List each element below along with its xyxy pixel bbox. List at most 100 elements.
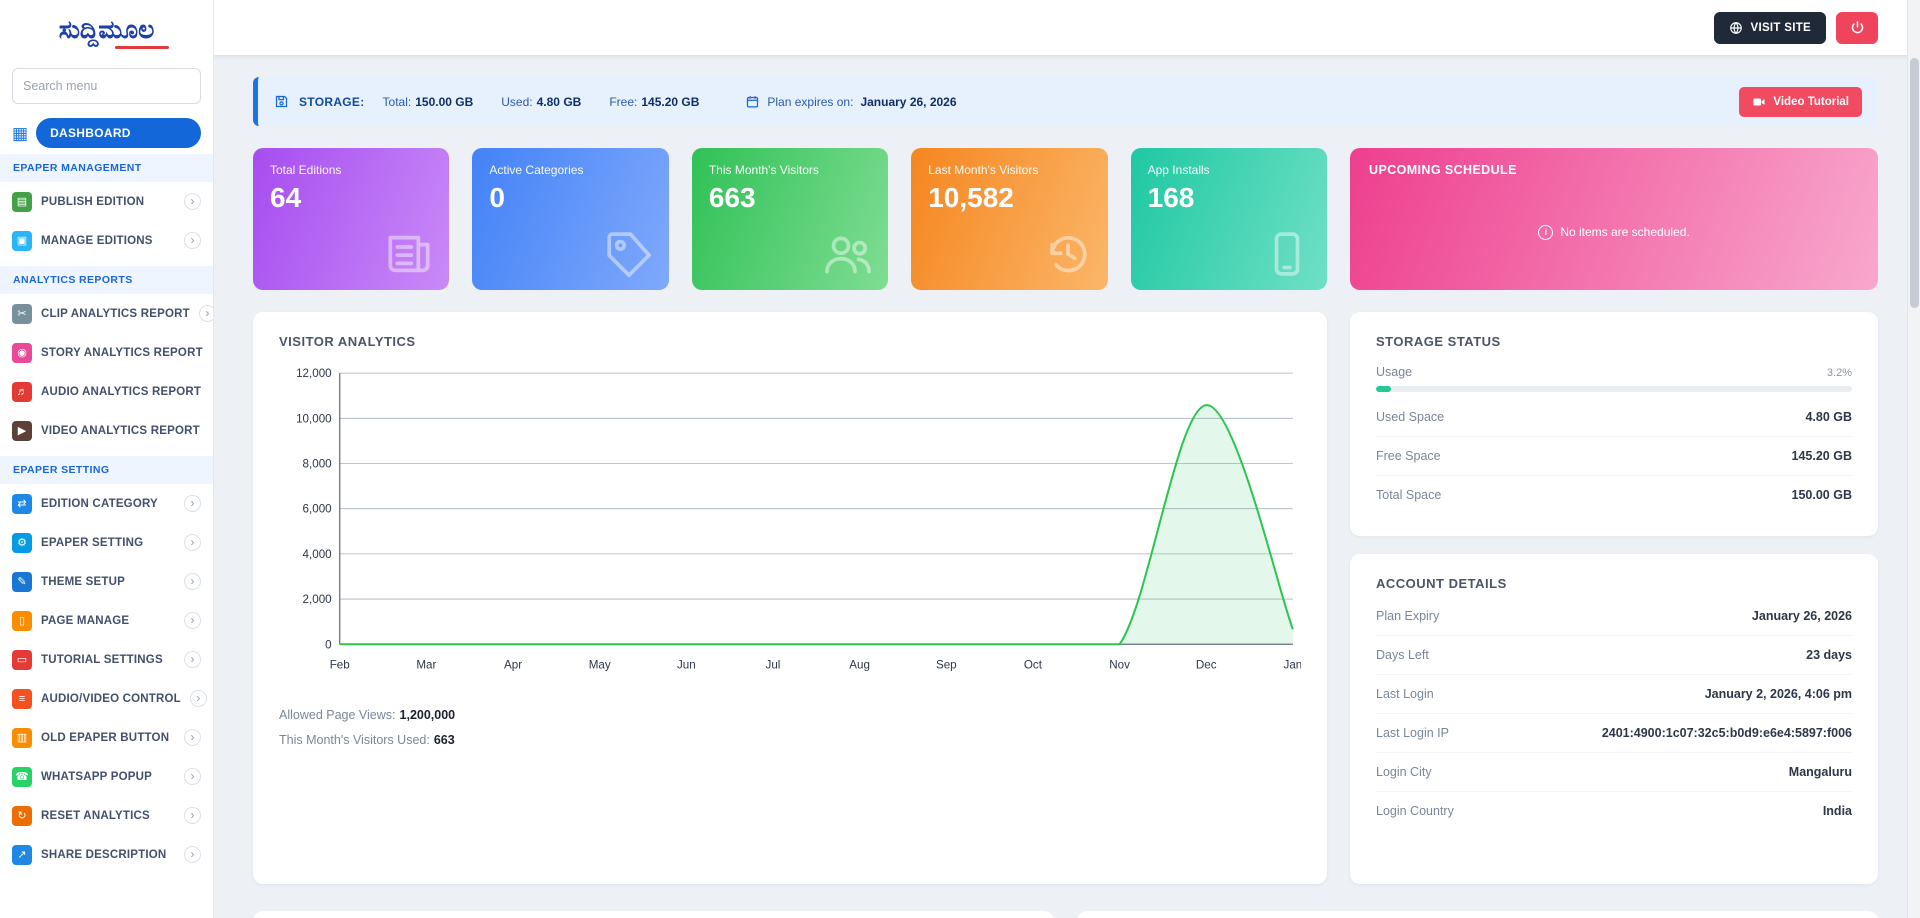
- detail-label: Free Space: [1376, 449, 1441, 463]
- mobile-icon: [1259, 226, 1315, 282]
- sidebar-item-label: SHARE DESCRIPTION: [41, 849, 166, 861]
- allowed-page-views-value: 1,200,000: [400, 708, 456, 722]
- chevron-right-icon: ›: [184, 612, 201, 629]
- power-icon: [1850, 20, 1865, 35]
- svg-text:8,000: 8,000: [303, 458, 333, 471]
- logo-tagline: [115, 46, 169, 49]
- sidebar-section-title: EPAPER MANAGEMENT: [0, 154, 213, 182]
- sidebar-item-label: AUDIO/VIDEO CONTROL: [41, 693, 181, 705]
- app-root: ಸುದ್ದಿಮೂಲ ▦ DASHBOARD EPAPER MANAGEMENT▤…: [0, 0, 1920, 918]
- detail-value: 23 days: [1806, 648, 1852, 662]
- sidebar-item-video-analytics-report[interactable]: ▶VIDEO ANALYTICS REPORT: [0, 411, 213, 450]
- chevron-right-icon: ›: [184, 807, 201, 824]
- sidebar-item-epaper-setting[interactable]: ⚙EPAPER SETTING›: [0, 523, 213, 562]
- video-tutorial-button[interactable]: Video Tutorial: [1739, 87, 1862, 117]
- sidebar-item-share-description[interactable]: ↗SHARE DESCRIPTION›: [0, 835, 213, 874]
- sidebar-item-audio-video-control[interactable]: ≡AUDIO/VIDEO CONTROL›: [0, 679, 213, 718]
- visit-site-label: VISIT SITE: [1750, 22, 1811, 34]
- sidebar-item-label: EPAPER SETTING: [41, 537, 143, 549]
- sidebar-item-theme-setup[interactable]: ✎THEME SETUP›: [0, 562, 213, 601]
- plan-expiry-value: January 26, 2026: [860, 95, 956, 109]
- whatsapp-icon: ☎: [12, 767, 32, 787]
- sidebar-item-dashboard[interactable]: ▦ DASHBOARD: [12, 118, 201, 148]
- sidebar-item-tutorial-settings[interactable]: ▭TUTORIAL SETTINGS›: [0, 640, 213, 679]
- globe-icon: [1729, 21, 1743, 35]
- sidebar-item-label: PAGE MANAGE: [41, 615, 129, 627]
- topbar: VISIT SITE: [214, 0, 1920, 55]
- stat-card-value: 0: [489, 182, 651, 214]
- chevron-right-icon: ›: [184, 768, 201, 785]
- story-icon: ◉: [12, 343, 32, 363]
- sidebar-item-label: THEME SETUP: [41, 576, 125, 588]
- page-scrollbar-thumb[interactable]: [1910, 58, 1919, 308]
- storage-stat: Free:145.20 GB: [609, 95, 699, 109]
- visitor-analytics-chart: 02,0004,0006,0008,00010,00012,000FebMarA…: [279, 365, 1301, 679]
- sidebar-item-whatsapp-popup[interactable]: ☎WHATSAPP POPUP›: [0, 757, 213, 796]
- sidebar-item-story-analytics-report[interactable]: ◉STORY ANALYTICS REPORT: [0, 333, 213, 372]
- chevron-right-icon: ›: [184, 232, 201, 249]
- schedule-empty-text: No items are scheduled.: [1560, 225, 1689, 239]
- upcoming-schedule-card: UPCOMING SCHEDULE No items are scheduled…: [1350, 148, 1878, 290]
- storage-stat: Total:150.00 GB: [383, 95, 474, 109]
- detail-row: Login CityMangaluru: [1376, 753, 1852, 792]
- svg-text:Jan: Jan: [1284, 659, 1301, 672]
- detail-row: Last LoginJanuary 2, 2026, 4:06 pm: [1376, 675, 1852, 714]
- main-column: VISIT SITE STORAGE: Total:150.00 GB Used:…: [214, 0, 1920, 918]
- sidebar-item-label: CLIP ANALYTICS REPORT: [41, 308, 190, 320]
- sidebar-item-edition-category[interactable]: ⇄EDITION CATEGORY›: [0, 484, 213, 523]
- visit-site-button[interactable]: VISIT SITE: [1714, 12, 1826, 44]
- main-content: STORAGE: Total:150.00 GB Used:4.80 GB Free…: [214, 55, 1920, 918]
- visitors-used-label: This Month's Visitors Used:: [279, 733, 430, 747]
- sidebar-section-title: EPAPER SETTING: [0, 456, 213, 484]
- chevron-right-icon: ›: [184, 846, 201, 863]
- storage-bar-title: STORAGE:: [299, 95, 365, 109]
- sidebar-item-clip-analytics-report[interactable]: ✂CLIP ANALYTICS REPORT›: [0, 294, 213, 333]
- svg-text:Mar: Mar: [416, 659, 436, 672]
- storage-bar-items: Total:150.00 GB Used:4.80 GB Free:145.20 G…: [383, 95, 700, 109]
- svg-text:6,000: 6,000: [303, 503, 333, 516]
- stat-card-label: Last Month's Visitors: [928, 163, 1090, 177]
- detail-label: Total Space: [1376, 488, 1441, 502]
- sidebar-item-manage-editions[interactable]: ▣MANAGE EDITIONS›: [0, 221, 213, 260]
- detail-label: Days Left: [1376, 648, 1429, 662]
- stat-card-last-month-s-visitors[interactable]: Last Month's Visitors10,582: [911, 148, 1107, 290]
- search-input[interactable]: [12, 68, 201, 104]
- svg-text:Apr: Apr: [504, 659, 522, 672]
- logo-text: ಸುದ್ದಿಮೂಲ: [59, 18, 155, 43]
- sidebar-item-reset-analytics[interactable]: ↻RESET ANALYTICS›: [0, 796, 213, 835]
- logout-power-button[interactable]: [1836, 12, 1878, 44]
- history-icon: [1040, 226, 1096, 282]
- sidebar-search: [0, 56, 213, 108]
- tag-icon: [601, 226, 657, 282]
- sidebar-item-old-epaper-button[interactable]: ▥OLD EPAPER BUTTON›: [0, 718, 213, 757]
- storage-status-title: STORAGE STATUS: [1376, 334, 1852, 349]
- storage-usage-progress-fill: [1376, 386, 1391, 392]
- sidebar-item-audio-analytics-report[interactable]: ♬AUDIO ANALYTICS REPORT: [0, 372, 213, 411]
- stat-card-label: Total Editions: [270, 163, 432, 177]
- audio-icon: ♬: [12, 382, 32, 402]
- detail-row: Last Login IP2401:4900:1c07:32c5:b0d9:e6…: [1376, 714, 1852, 753]
- stat-card-value: 64: [270, 182, 432, 214]
- svg-text:Sep: Sep: [936, 659, 957, 672]
- stat-card-this-month-s-visitors[interactable]: This Month's Visitors663: [692, 148, 888, 290]
- visitor-analytics-panel: VISITOR ANALYTICS 02,0004,0006,0008,0001…: [253, 312, 1327, 884]
- storage-usage-label: Usage: [1376, 365, 1412, 379]
- detail-label: Used Space: [1376, 410, 1444, 424]
- page-scrollbar[interactable]: [1907, 0, 1920, 918]
- detail-label: Plan Expiry: [1376, 609, 1439, 623]
- sidebar-item-label: TUTORIAL SETTINGS: [41, 654, 163, 666]
- visitors-used-value: 663: [434, 733, 455, 747]
- stat-card-app-installs[interactable]: App Installs168: [1131, 148, 1327, 290]
- sidebar-item-publish-edition[interactable]: ▤PUBLISH EDITION›: [0, 182, 213, 221]
- plan-expiry-info: Plan expires on: January 26, 2026: [745, 94, 956, 109]
- sidebar-item-page-manage[interactable]: ▯PAGE MANAGE›: [0, 601, 213, 640]
- stat-card-active-categories[interactable]: Active Categories0: [472, 148, 668, 290]
- calendar-icon: [745, 94, 760, 109]
- storage-stat: Used:4.80 GB: [501, 95, 581, 109]
- stat-card-total-editions[interactable]: Total Editions 64: [253, 148, 449, 290]
- detail-row: Login CountryIndia: [1376, 792, 1852, 830]
- newspaper-icon: [381, 226, 437, 282]
- logo[interactable]: ಸುದ್ದಿಮೂಲ: [0, 0, 213, 56]
- detail-value: January 26, 2026: [1752, 609, 1852, 623]
- sidebar-item-label: VIDEO ANALYTICS REPORT: [41, 425, 200, 437]
